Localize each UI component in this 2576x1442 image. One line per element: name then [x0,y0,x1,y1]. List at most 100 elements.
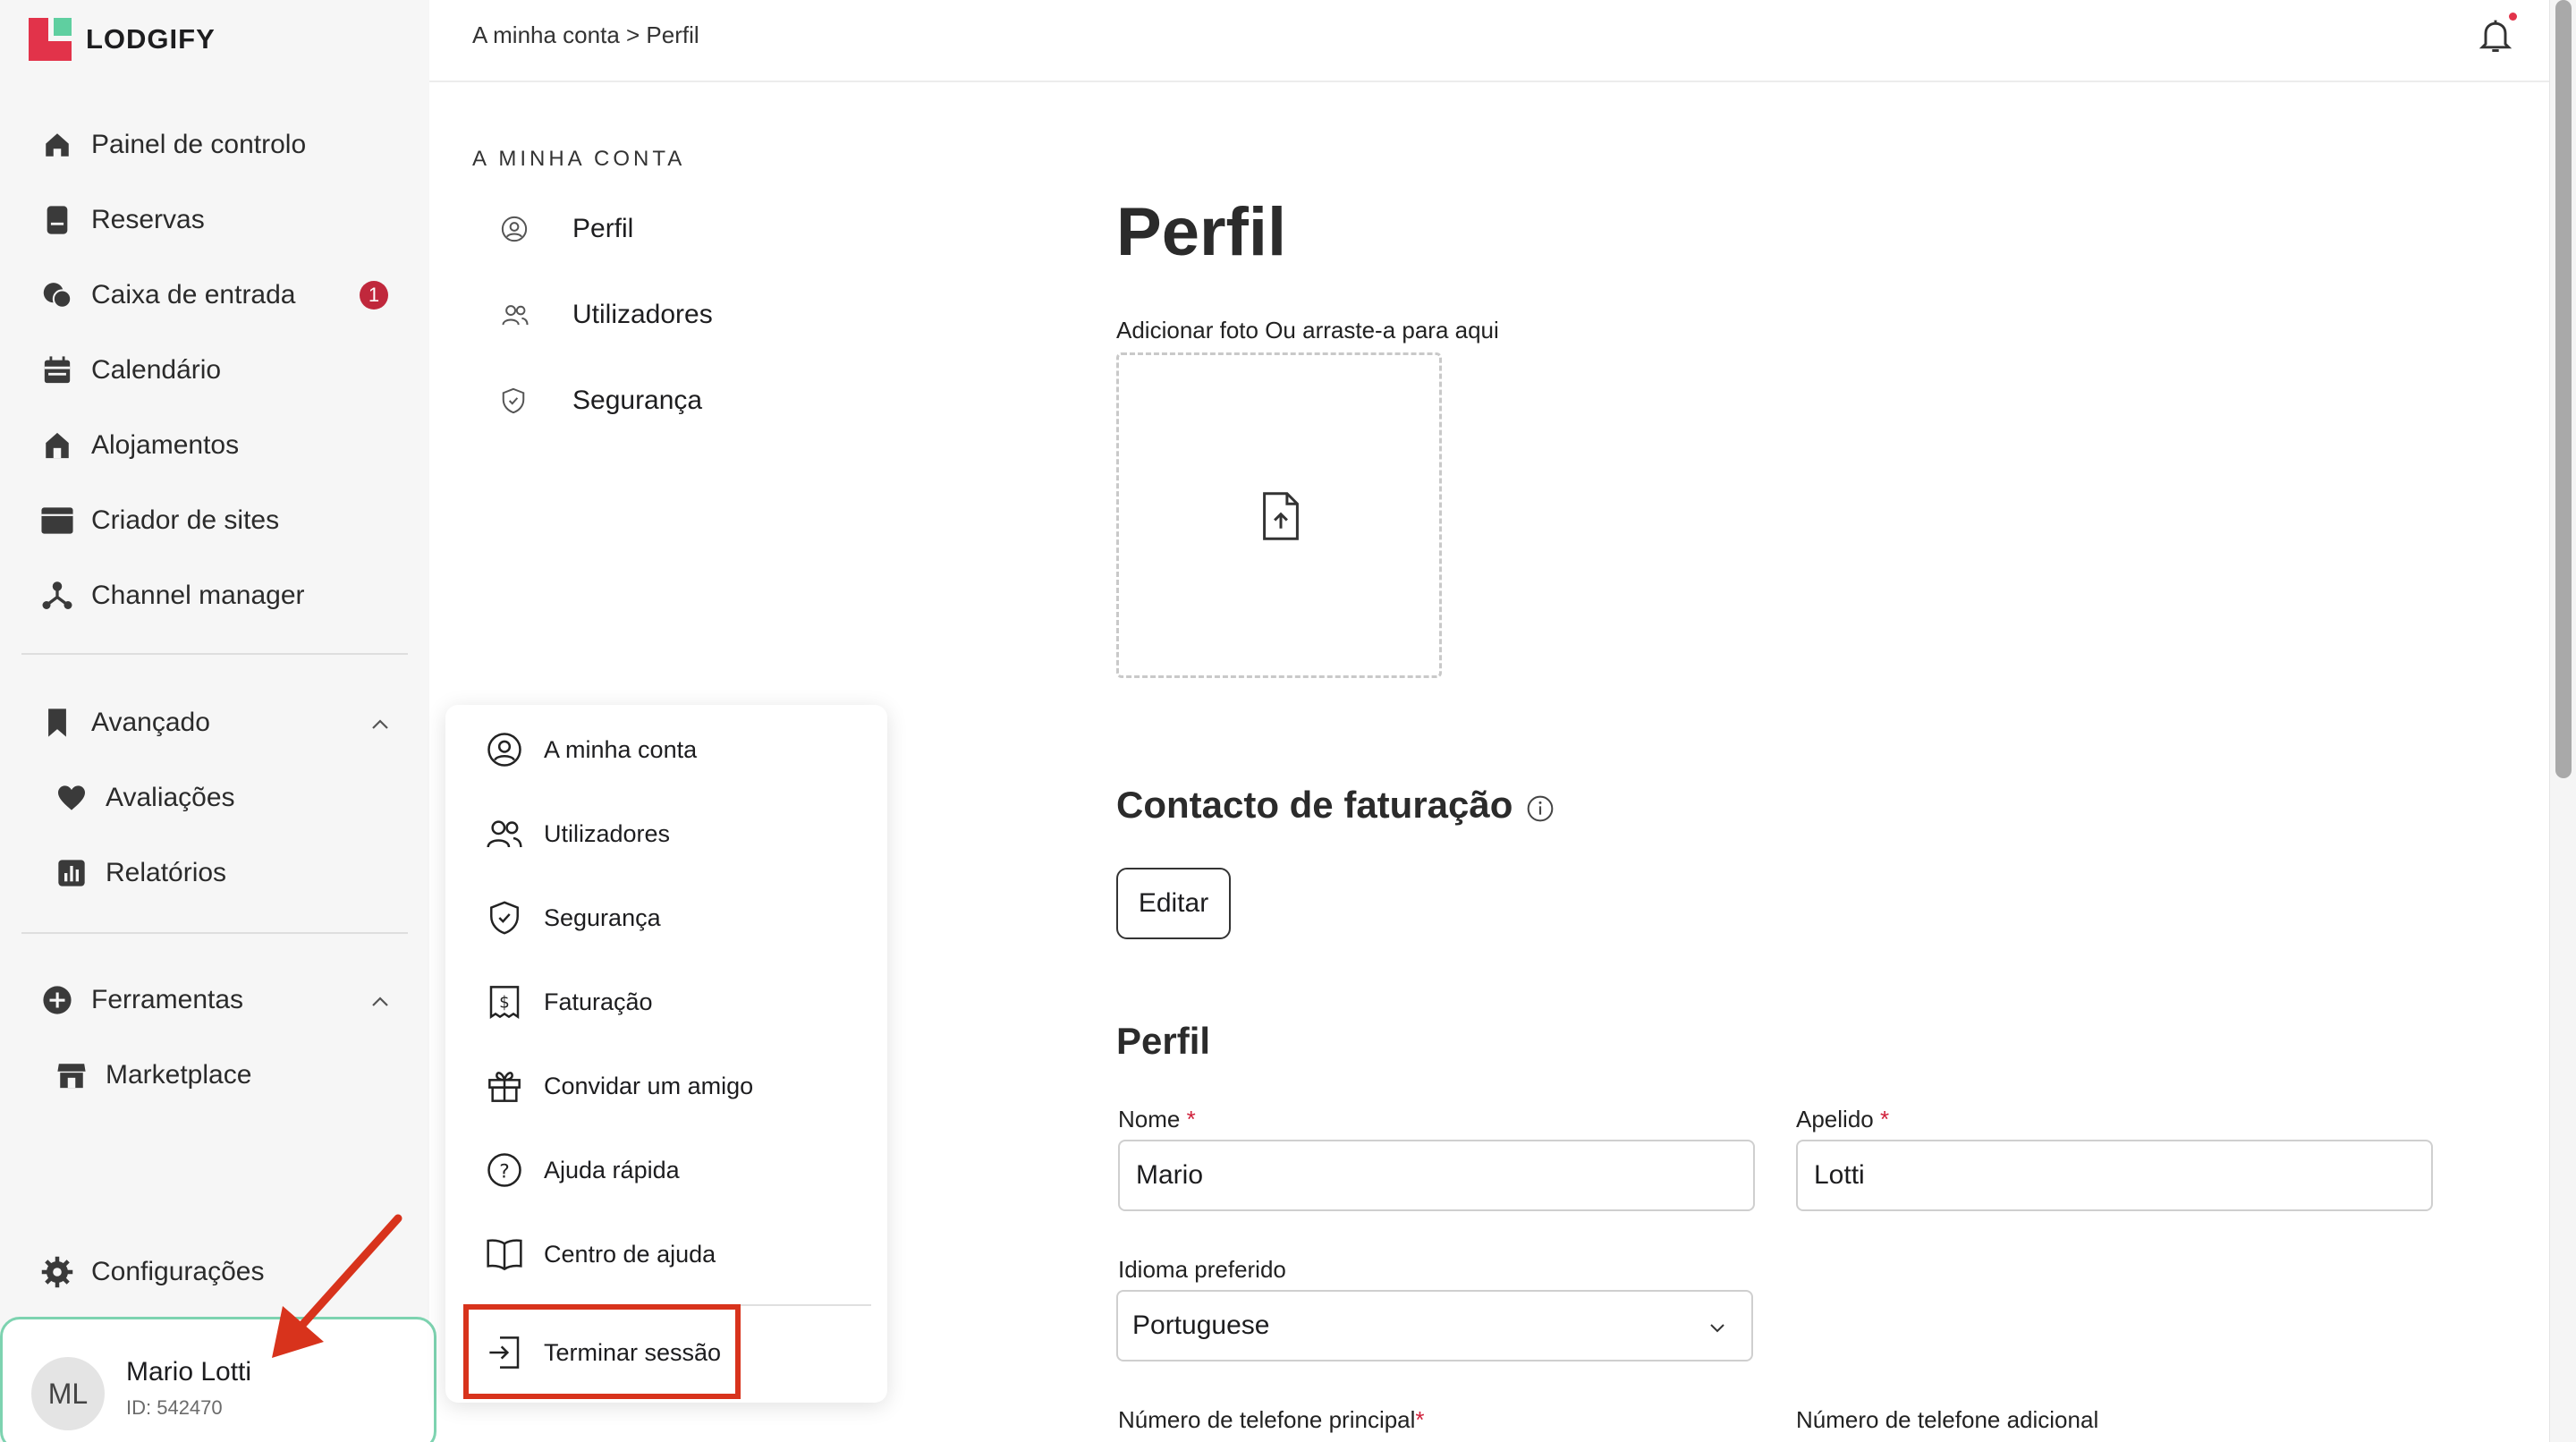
main-phone-label: Número de telefone principal* [1118,1406,1425,1434]
last-name-label-text: Apelido [1796,1106,1874,1132]
menu-item-security[interactable]: Segurança [485,891,661,945]
chevron-up-icon [370,708,390,738]
profile-section-title: Perfil [1116,1020,1211,1062]
sidebar-item-label: Channel manager [91,581,305,610]
sidebar-divider [21,653,408,655]
sidebar-item-reports[interactable]: Relatórios [21,836,408,911]
browser-icon [39,503,75,539]
user-menu: A minha conta Utilizadores Segurança $ F… [445,705,887,1403]
plus-circle-icon [39,982,75,1018]
sidebar-group-advanced[interactable]: Avançado [21,685,408,760]
account-nav-profile[interactable]: Perfil [501,204,633,254]
last-name-label: Apelido * [1796,1106,1889,1133]
gift-icon [485,1066,524,1106]
chat-icon [39,277,75,313]
sidebar-group-label: Avançado [91,708,210,737]
sidebar-item-website-builder[interactable]: Criador de sites [21,483,408,558]
bar-chart-icon [54,855,89,891]
required-mark: * [1415,1406,1425,1433]
user-name: Mario Lotti [126,1357,252,1387]
sidebar-item-calendar[interactable]: Calendário [21,333,408,408]
info-icon[interactable] [1526,794,1555,827]
calendar-icon [39,352,75,388]
sidebar-group-tools[interactable]: Ferramentas [21,963,408,1038]
first-name-input[interactable] [1118,1140,1755,1211]
sidebar-item-label: Configurações [91,1257,265,1286]
sidebar-item-label: Caixa de entrada [91,280,296,310]
first-name-label-text: Nome [1118,1106,1181,1132]
sidebar-item-reviews[interactable]: Avaliações [21,760,408,836]
advanced-nav: Avançado Avaliações Relatórios [21,685,408,911]
photo-upload-label: Adicionar foto Ou arraste-a para aqui [1116,317,1499,344]
inbox-count-badge: 1 [360,281,388,310]
svg-text:?: ? [499,1160,510,1183]
sidebar-item-label: Relatórios [106,858,227,887]
book-icon [39,202,75,238]
sidebar-item-inbox[interactable]: Caixa de entrada 1 [21,258,408,333]
account-nav-label: Segurança [572,386,703,415]
users-icon [501,301,544,328]
notification-dot [2509,13,2517,21]
edit-billing-button[interactable]: Editar [1116,868,1231,939]
sidebar-item-reservations[interactable]: Reservas [21,182,408,258]
sidebar-item-label: Painel de controlo [91,130,307,159]
menu-item-quick-help[interactable]: ? Ajuda rápida [485,1143,680,1197]
menu-item-help-center[interactable]: Centro de ajuda [485,1227,716,1281]
invoice-icon: $ [485,982,524,1022]
menu-item-label: Segurança [544,903,661,931]
language-label: Idioma preferido [1118,1256,1286,1283]
avatar: ML [31,1357,105,1430]
photo-dropzone[interactable] [1116,352,1442,678]
bell-icon[interactable] [2476,16,2515,55]
language-select-value: Portuguese [1132,1311,1270,1340]
menu-item-users[interactable]: Utilizadores [485,807,670,861]
scrollbar-thumb[interactable] [2555,0,2572,778]
main-phone-label-text: Número de telefone principal [1118,1406,1416,1433]
shield-icon [485,898,524,937]
menu-item-label: Convidar um amigo [544,1072,754,1099]
user-circle-icon [501,216,544,242]
sidebar-item-label: Reservas [91,205,205,234]
sidebar-item-dashboard[interactable]: Painel de controlo [21,107,408,182]
open-book-icon [485,1234,524,1274]
required-mark: * [1186,1106,1196,1132]
menu-item-label: Centro de ajuda [544,1240,716,1268]
network-icon [39,578,75,614]
page-scrollbar[interactable] [2549,0,2576,1442]
sidebar-item-label: Alojamentos [91,430,240,460]
sidebar-item-label: Criador de sites [91,505,280,535]
logo-text: LODGIFY [86,23,216,55]
logo[interactable]: LODGIFY [29,18,216,61]
sidebar-item-label: Avaliações [106,783,235,812]
top-bar: A minha conta > Perfil [429,0,2549,82]
sidebar-item-label: Calendário [91,355,222,385]
breadcrumb: A minha conta > Perfil [472,21,699,48]
sidebar-item-properties[interactable]: Alojamentos [21,408,408,483]
gear-icon [39,1254,75,1290]
menu-item-my-account[interactable]: A minha conta [485,723,697,776]
sidebar-item-channel-manager[interactable]: Channel manager [21,558,408,633]
language-select[interactable]: Portuguese [1116,1290,1753,1361]
bookmark-icon [39,705,75,741]
billing-contact-title: Contacto de faturação [1116,784,1513,826]
last-name-input[interactable] [1796,1140,2433,1211]
sidebar-divider [21,932,408,934]
first-name-label: Nome * [1118,1106,1196,1133]
tools-nav: Ferramentas Marketplace [21,963,408,1113]
chevron-up-icon [370,985,390,1015]
account-nav-security[interactable]: Segurança [501,376,702,426]
annotation-arrow-icon [272,1214,402,1358]
user-id: ID: 542470 [126,1396,223,1419]
store-icon [54,1057,89,1093]
user-circle-icon [485,730,524,769]
shield-icon [501,387,544,414]
menu-item-billing[interactable]: $ Faturação [485,975,653,1029]
sidebar-item-marketplace[interactable]: Marketplace [21,1038,408,1113]
sidebar-item-label: Marketplace [106,1060,252,1090]
help-icon: ? [485,1150,524,1190]
menu-item-label: A minha conta [544,735,698,763]
account-nav-label: Utilizadores [572,300,713,329]
account-nav-users[interactable]: Utilizadores [501,290,713,340]
main-nav: Painel de controlo Reservas Caixa de ent… [21,107,408,633]
menu-item-invite-friend[interactable]: Convidar um amigo [485,1059,753,1113]
